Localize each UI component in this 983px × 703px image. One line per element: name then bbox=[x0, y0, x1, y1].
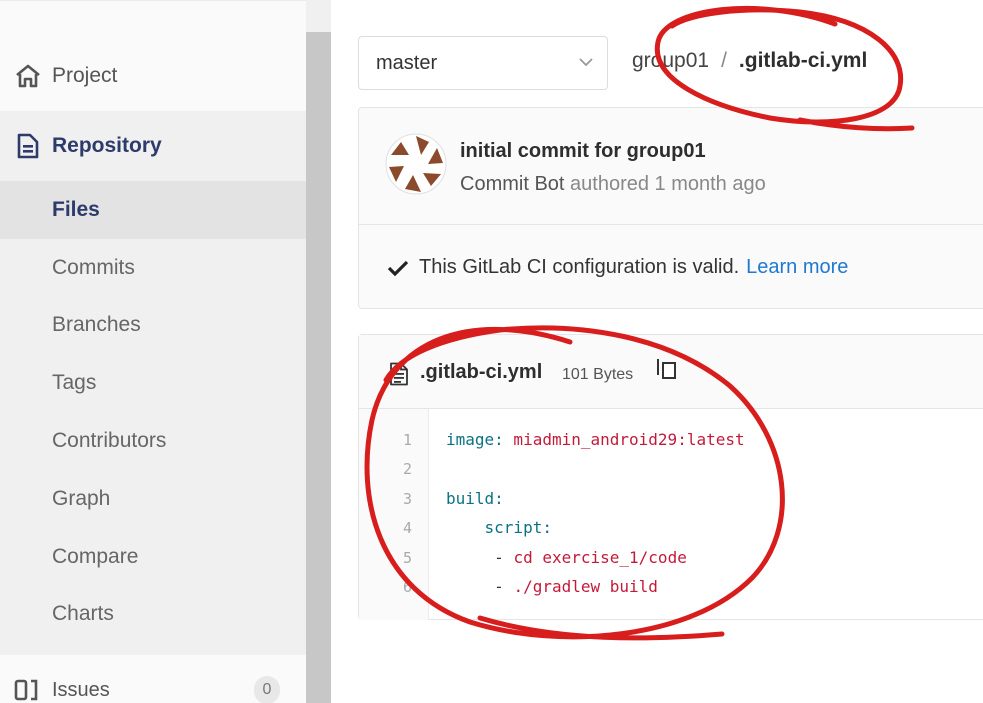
file-header: .gitlab-ci.yml 101 Bytes bbox=[359, 335, 983, 409]
commit-time: authored 1 month ago bbox=[570, 173, 766, 195]
issues-icon bbox=[14, 679, 38, 701]
yaml-key: script: bbox=[484, 518, 552, 537]
ci-status-text: This GitLab CI configuration is valid. bbox=[419, 256, 740, 278]
sidebar-item-files[interactable]: Files bbox=[0, 181, 306, 239]
line-number[interactable]: 6 bbox=[403, 578, 412, 596]
home-icon bbox=[16, 64, 40, 88]
sidebar: Project Repository Files Commits Branche… bbox=[0, 0, 306, 703]
sidebar-item-label: Repository bbox=[52, 134, 162, 157]
branch-dropdown[interactable]: master bbox=[358, 36, 608, 90]
line-number[interactable]: 3 bbox=[403, 490, 412, 508]
yaml-dash: - bbox=[494, 577, 514, 596]
file-icon bbox=[390, 362, 408, 386]
code-line: - cd exercise_1/code bbox=[446, 548, 687, 567]
chevron-down-icon bbox=[579, 58, 593, 67]
code-line: build: bbox=[446, 489, 504, 508]
line-number[interactable]: 1 bbox=[403, 431, 412, 449]
breadcrumb: group01 / .gitlab-ci.yml bbox=[632, 49, 867, 73]
scrollbar-thumb[interactable] bbox=[306, 32, 331, 703]
sidebar-item-charts[interactable]: Charts bbox=[0, 586, 306, 644]
issues-count-badge: 0 bbox=[254, 676, 280, 703]
sidebar-item-project[interactable]: Project bbox=[0, 41, 306, 111]
commit-author[interactable]: Commit Bot bbox=[460, 173, 564, 195]
line-numbers: 1 2 3 4 5 6 bbox=[359, 409, 429, 620]
breadcrumb-group[interactable]: group01 bbox=[632, 49, 709, 72]
yaml-value: miadmin_android29:latest bbox=[503, 430, 745, 449]
divider bbox=[359, 224, 983, 225]
line-number[interactable]: 5 bbox=[403, 549, 412, 567]
line-number[interactable]: 4 bbox=[403, 519, 412, 537]
yaml-key: build: bbox=[446, 489, 504, 508]
scrollbar-track bbox=[306, 0, 331, 32]
copy-icon[interactable] bbox=[655, 357, 679, 381]
avatar[interactable] bbox=[385, 133, 447, 195]
branch-name: master bbox=[376, 51, 438, 74]
sidebar-item-contributors[interactable]: Contributors bbox=[0, 412, 306, 470]
repository-subnav: Files Commits Branches Tags Contributors… bbox=[0, 181, 306, 655]
code-line: script: bbox=[446, 518, 552, 537]
file-size: 101 Bytes bbox=[562, 366, 634, 383]
sidebar-item-compare[interactable]: Compare bbox=[0, 528, 306, 586]
file-name: .gitlab-ci.yml bbox=[420, 361, 543, 383]
commit-meta: Commit Bot authored 1 month ago bbox=[460, 173, 766, 196]
breadcrumb-file: .gitlab-ci.yml bbox=[738, 49, 868, 72]
document-icon bbox=[17, 133, 39, 159]
line-number[interactable]: 2 bbox=[403, 460, 412, 478]
code-line: image: miadmin_android29:latest bbox=[446, 430, 745, 449]
sidebar-item-commits[interactable]: Commits bbox=[0, 239, 306, 297]
breadcrumb-separator: / bbox=[721, 49, 727, 72]
learn-more-link[interactable]: Learn more bbox=[746, 256, 848, 279]
last-commit-panel: initial commit for group01 Commit Bot au… bbox=[358, 107, 983, 309]
sidebar-item-branches[interactable]: Branches bbox=[0, 297, 306, 355]
sidebar-item-label: Issues bbox=[52, 678, 110, 701]
file-viewer: .gitlab-ci.yml 101 Bytes 1 2 3 4 5 6 ima… bbox=[358, 334, 983, 620]
sidebar-item-tags[interactable]: Tags bbox=[0, 354, 306, 412]
sidebar-item-label: Project bbox=[52, 64, 118, 87]
sidebar-item-repository[interactable]: Repository bbox=[0, 111, 306, 181]
sidebar-item-graph[interactable]: Graph bbox=[0, 470, 306, 528]
yaml-dash: - bbox=[494, 548, 514, 567]
yaml-value: ./gradlew build bbox=[513, 577, 658, 596]
yaml-value: cd exercise_1/code bbox=[513, 548, 687, 567]
check-icon bbox=[387, 260, 409, 276]
commit-title[interactable]: initial commit for group01 bbox=[460, 140, 706, 163]
ci-validation-status: This GitLab CI configuration is valid. L… bbox=[387, 256, 848, 279]
yaml-key: image: bbox=[446, 430, 504, 449]
code-line: - ./gradlew build bbox=[446, 577, 658, 596]
